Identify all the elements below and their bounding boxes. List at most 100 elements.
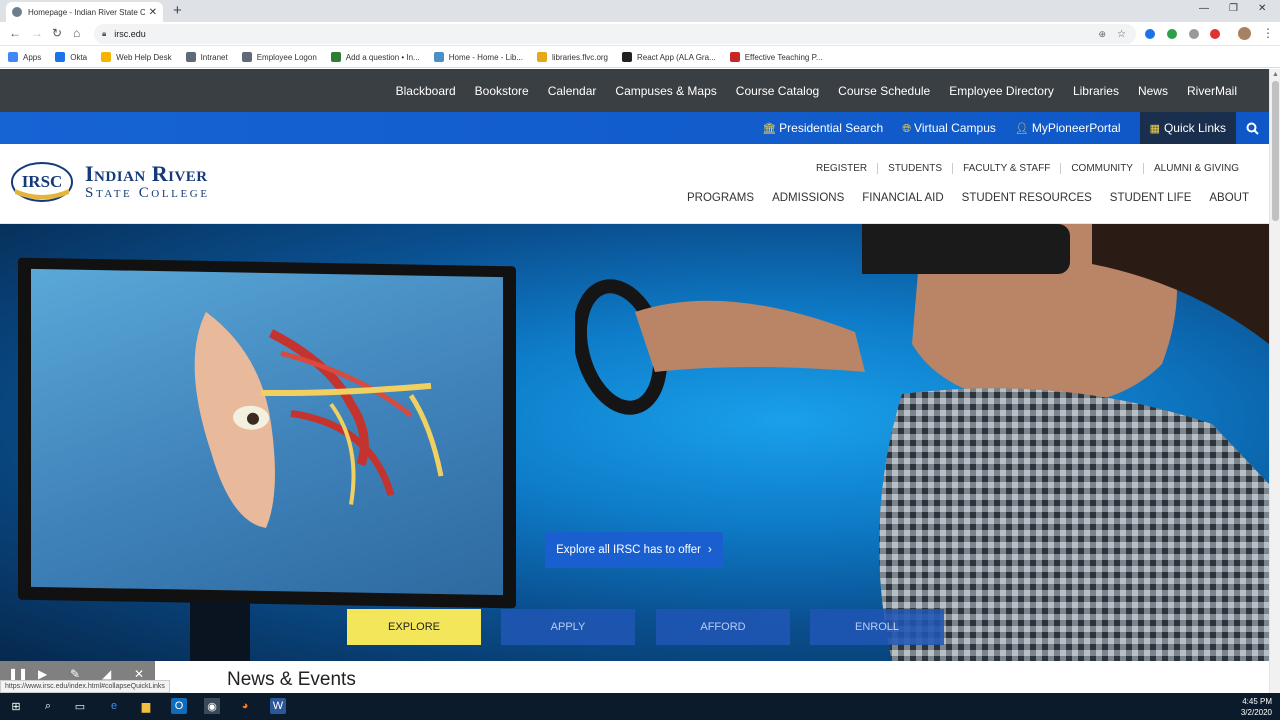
url-text: irsc.edu (114, 29, 146, 39)
virtual-campus-link[interactable]: 🌐︎ Virtual Campus (902, 121, 996, 136)
forward-icon[interactable]: → (31, 26, 43, 40)
close-tab-icon[interactable]: ✕ (149, 7, 157, 18)
site-header: IRSC Indian River State College REGISTER… (0, 144, 1269, 224)
extension-icon[interactable] (1145, 29, 1155, 39)
presidential-search-link[interactable]: 🏛︎ Presidential Search (762, 121, 883, 135)
edge-icon[interactable]: e (106, 698, 122, 714)
bookmark-item[interactable]: Effective Teaching P... (729, 52, 823, 62)
extension-icon[interactable] (1189, 29, 1199, 39)
scroll-up-icon[interactable]: ▲ (1272, 71, 1279, 78)
home-icon[interactable]: ⌂ (73, 26, 80, 40)
file-explorer-icon[interactable]: ▆ (138, 698, 154, 714)
hero-tab-explore[interactable]: EXPLORE (347, 609, 481, 645)
bookmark-item[interactable]: Add a question • In... (330, 52, 420, 62)
chrome-icon[interactable]: ◉ (204, 698, 220, 714)
hero-tab-afford[interactable]: AFFORD (656, 609, 790, 645)
topnav-link[interactable]: News (1138, 84, 1168, 98)
bookmark-icon (330, 52, 341, 62)
topnav-link[interactable]: Calendar (548, 84, 597, 98)
word-icon[interactable]: W (270, 698, 286, 714)
close-window-icon[interactable]: ✕ (1258, 3, 1266, 14)
vr-controller-image (575, 279, 865, 415)
bookmark-item[interactable]: React App (ALA Gra... (622, 52, 716, 62)
bookmark-item[interactable]: Employee Logon (241, 52, 317, 62)
bookmarks-bar: Apps Okta Web Help Desk Intranet Employee Lo… (0, 47, 1280, 68)
news-heading: News & Events (227, 669, 356, 690)
search-button[interactable] (1236, 112, 1269, 144)
topnav-link[interactable]: Course Catalog (736, 84, 819, 98)
minimize-icon[interactable]: — (1199, 3, 1209, 14)
mypioneerportal-link[interactable]: 👤︎ MyPioneerPortal (1015, 121, 1121, 135)
bookmark-item[interactable]: Okta (55, 52, 87, 62)
hero-tab-apply[interactable]: APPLY (501, 609, 635, 645)
audience-nav-link[interactable]: STUDENTS (877, 163, 952, 174)
extension-icon[interactable] (1210, 29, 1220, 39)
play-icon[interactable]: ▶ (38, 667, 47, 681)
main-nav-link[interactable]: STUDENT RESOURCES (962, 192, 1092, 204)
bookmark-item[interactable]: Apps (8, 52, 41, 62)
topnav-link[interactable]: RiverMail (1187, 84, 1237, 98)
logo-mark-text: IRSC (22, 172, 63, 191)
task-view-icon[interactable]: ▭ (72, 698, 88, 714)
quick-links-label: Quick Links (1163, 121, 1226, 135)
menu-icon[interactable]: ⋮ (1262, 26, 1274, 40)
scrollbar-thumb[interactable] (1272, 81, 1279, 221)
bookmark-item[interactable]: Home - Home - Lib... (433, 52, 523, 62)
bookmark-item[interactable]: Intranet (185, 52, 228, 62)
evernote-extension-icon[interactable] (1167, 29, 1177, 39)
globe-icon: 🌐︎ (902, 122, 912, 135)
browser-tab[interactable]: Homepage - Indian River State C ✕ (6, 2, 163, 22)
grid-icon: ▦ (1149, 122, 1160, 135)
page-scrollbar[interactable]: ▲ (1269, 69, 1280, 693)
irsc-logo[interactable]: IRSC Indian River State College (11, 161, 210, 203)
topnav-link[interactable]: Libraries (1073, 84, 1119, 98)
topnav-link[interactable]: Blackboard (396, 84, 456, 98)
bookmark-icon (622, 52, 632, 62)
audience-nav-link[interactable]: COMMUNITY (1060, 163, 1143, 174)
reload-icon[interactable]: ↻ (52, 26, 62, 40)
main-nav-link[interactable]: STUDENT LIFE (1110, 192, 1192, 204)
pause-icon[interactable]: ❚❚ (8, 667, 28, 681)
cta-label: Explore all IRSC has to offer (556, 544, 702, 556)
eraser-icon[interactable]: ◢ (102, 667, 111, 681)
system-clock[interactable]: 4:45 PM 3/2/2020 (1241, 696, 1272, 718)
topnav-link[interactable]: Course Schedule (838, 84, 930, 98)
close-icon[interactable]: ✕ (134, 667, 144, 681)
topnav-link[interactable]: Campuses & Maps (615, 84, 716, 98)
bookmark-icon (729, 52, 740, 62)
restore-icon[interactable]: ❐ (1229, 3, 1238, 14)
hero-tab-enroll[interactable]: ENROLL (810, 609, 944, 645)
main-nav-link[interactable]: ABOUT (1209, 192, 1249, 204)
bookmark-label: libraries.flvc.org (551, 52, 608, 62)
firefox-icon[interactable]: ◕ (237, 698, 253, 714)
bookmark-item[interactable]: libraries.flvc.org (536, 52, 608, 62)
windows-start-icon[interactable]: ⊞ (8, 698, 24, 714)
bookmark-item[interactable]: Web Help Desk (101, 52, 172, 62)
status-bar-url: https://www.irsc.edu/index.html#collapse… (0, 680, 170, 693)
main-nav-link[interactable]: PROGRAMS (687, 192, 754, 204)
tab-title: Homepage - Indian River State C (28, 7, 145, 17)
audience-nav-link[interactable]: REGISTER (806, 163, 877, 174)
address-bar[interactable]: 🔒︎ irsc.edu ⊕ ☆ (94, 24, 1136, 44)
search-icon[interactable]: ⌕ (40, 698, 56, 714)
bookmark-icon (241, 52, 252, 62)
outlook-icon[interactable]: O (171, 698, 187, 714)
audience-nav-link[interactable]: FACULTY & STAFF (952, 163, 1060, 174)
bookmark-label: Add a question • In... (345, 52, 420, 62)
topnav-link[interactable]: Bookstore (475, 84, 529, 98)
utility-top-nav: Blackboard Bookstore Calendar Campuses & Ma… (0, 69, 1269, 112)
main-nav-link[interactable]: ADMISSIONS (772, 192, 844, 204)
profile-avatar[interactable] (1238, 27, 1251, 40)
audience-nav-link[interactable]: ALUMNI & GIVING (1142, 163, 1249, 174)
main-nav-link[interactable]: FINANCIAL AID (862, 192, 943, 204)
back-icon[interactable]: ← (9, 26, 21, 40)
topnav-link[interactable]: Employee Directory (949, 84, 1054, 98)
pen-icon[interactable]: ✎ (70, 667, 80, 681)
star-icon[interactable]: ☆ (1117, 29, 1126, 40)
add-icon[interactable]: ⊕ (1098, 29, 1106, 40)
explore-cta-button[interactable]: Explore all IRSC has to offer › (545, 532, 723, 568)
logo-line-2: State College (85, 185, 210, 201)
quick-links-button[interactable]: ▦ Quick Links (1139, 112, 1236, 144)
new-tab-icon[interactable]: + (173, 3, 182, 19)
logo-line-1: Indian River (85, 161, 208, 186)
